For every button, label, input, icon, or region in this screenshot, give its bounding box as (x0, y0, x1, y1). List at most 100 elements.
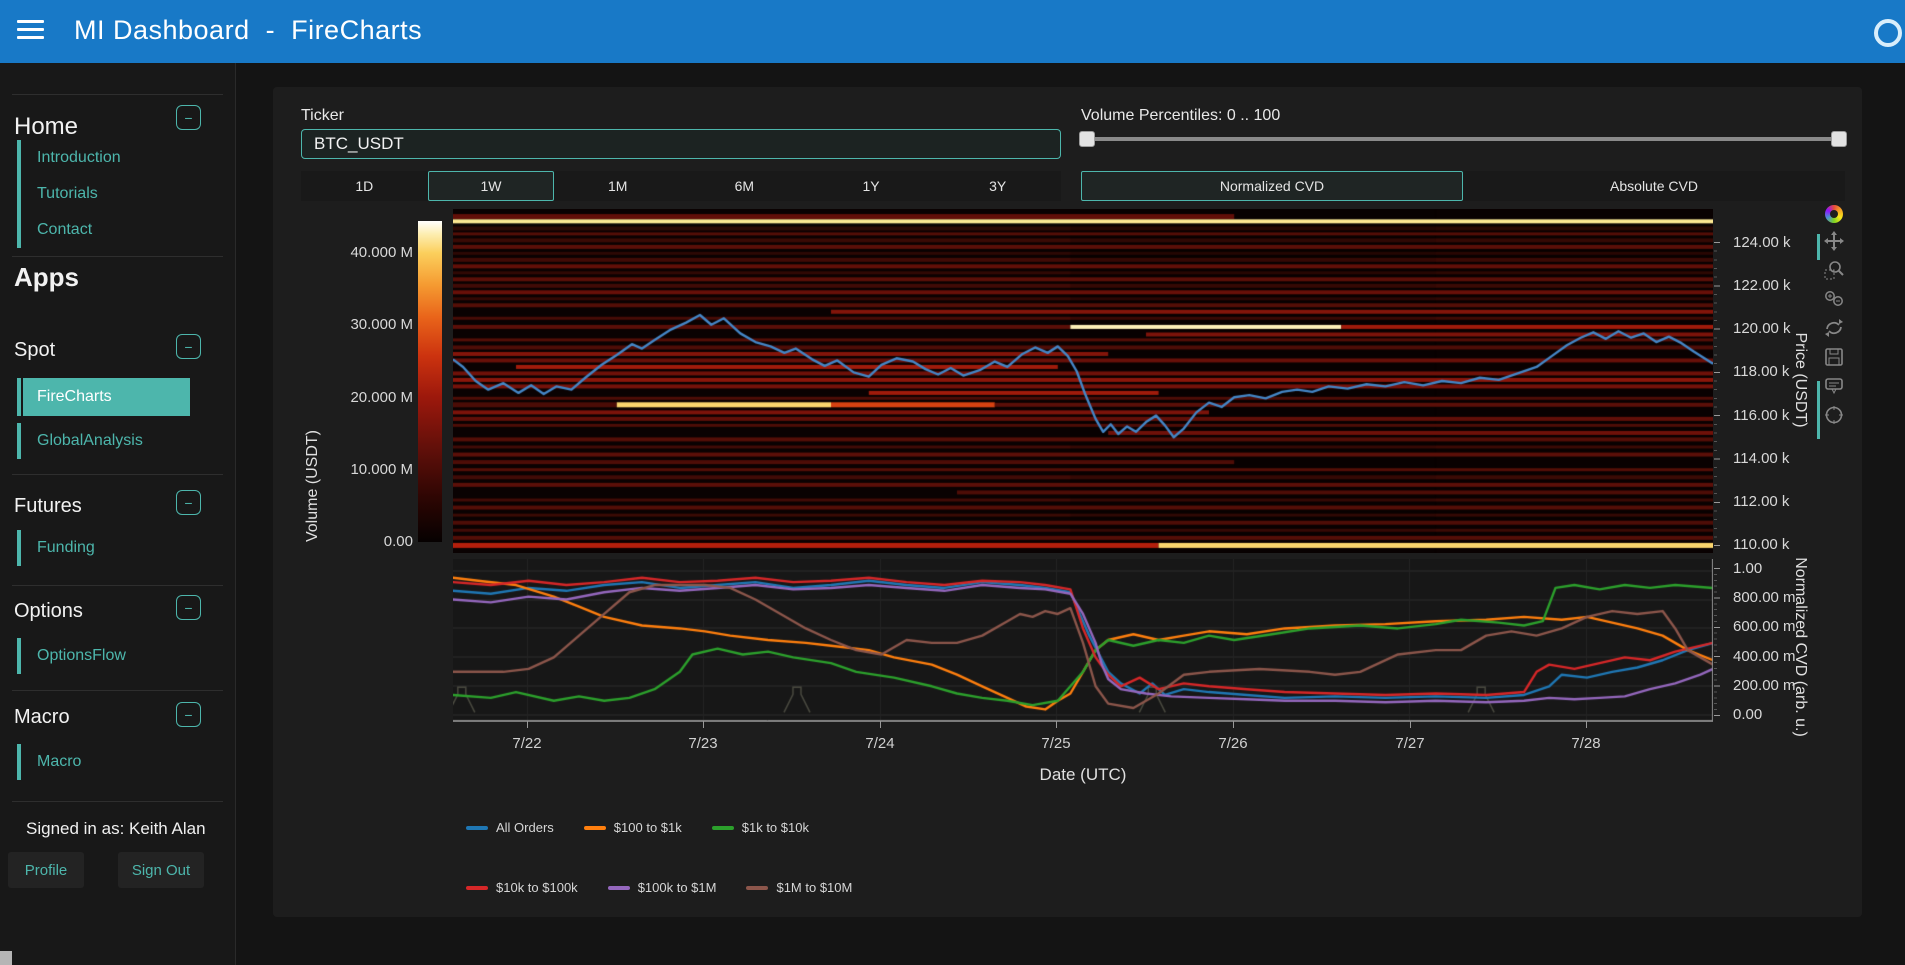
modebar-accent (1817, 381, 1820, 439)
legend-item-100k-1m[interactable]: $100k to $1M (608, 880, 717, 895)
collapse-home-button[interactable]: − (176, 105, 201, 130)
x-axis-line (453, 721, 1713, 722)
cvd-axis-title: Normalized CVD (arb. u.) (1791, 557, 1809, 737)
modebar-accent (1817, 234, 1820, 260)
sidebar-item-introduction[interactable]: Introduction (17, 140, 190, 176)
legend-item-10k-100k[interactable]: $10k to $100k (466, 880, 578, 895)
range-1w-button[interactable]: 1W (428, 171, 555, 201)
sidebar-item-macro[interactable]: Macro (17, 744, 190, 780)
legend-swatch (746, 886, 768, 890)
sidebar-item-globalanalysis[interactable]: GlobalAnalysis (17, 423, 190, 459)
legend-item-100-1k[interactable]: $100 to $1k (584, 820, 682, 835)
hamburger-menu-icon[interactable] (17, 20, 44, 42)
legend-swatch (712, 826, 734, 830)
accent-bar (17, 140, 21, 176)
profile-button[interactable]: Profile (8, 852, 84, 888)
cvd-axis-ticks: 1.00 800.00 m 600.00 m 400.00 m 200.00 m… (1733, 560, 1823, 723)
price-axis-major-ticks (1714, 242, 1720, 546)
sidebar-item-tutorials[interactable]: Tutorials (17, 176, 190, 212)
x-tick-label: 7/22 (512, 735, 541, 752)
sidebar-item-firecharts[interactable]: FireCharts (17, 378, 190, 416)
divider (12, 474, 223, 475)
x-tick-label: 7/23 (688, 735, 717, 752)
x-tick (1233, 721, 1234, 728)
sign-out-button[interactable]: Sign Out (118, 852, 204, 888)
sidebar-section-futures: Futures (14, 495, 82, 518)
legend-item-all-orders[interactable]: All Orders (466, 820, 554, 835)
sidebar-heading-apps: Apps (14, 262, 79, 293)
x-axis-title: Date (UTC) (1040, 765, 1127, 785)
legend-swatch (584, 826, 606, 830)
volume-axis-title: Volume (USDT) (304, 430, 322, 542)
x-tick (527, 721, 528, 728)
collapse-options-button[interactable]: − (176, 595, 201, 620)
legend-row-2: $10k to $100k $100k to $1M $1M to $10M (466, 880, 852, 895)
x-tick (703, 721, 704, 728)
range-6m-button[interactable]: 6M (681, 171, 808, 201)
volume-colorbar (418, 221, 442, 542)
plotly-modebar (1823, 205, 1845, 426)
slider-handle-high[interactable] (1831, 131, 1847, 147)
sidebar-item-optionsflow[interactable]: OptionsFlow (17, 638, 190, 674)
price-heatmap-canvas[interactable] (453, 209, 1713, 553)
app-title: MI Dashboard - FireCharts (74, 15, 422, 46)
sidebar-item-funding[interactable]: Funding (17, 530, 190, 566)
save-icon[interactable] (1823, 346, 1845, 368)
collapse-spot-button[interactable]: − (176, 334, 201, 359)
hover-closest-icon[interactable] (1823, 375, 1845, 397)
legend-swatch (608, 886, 630, 890)
ticker-input[interactable] (301, 129, 1061, 159)
x-tick-label: 7/26 (1218, 735, 1247, 752)
sidebar-item-contact[interactable]: Contact (17, 212, 190, 248)
range-1y-button[interactable]: 1Y (808, 171, 935, 201)
app-header: MI Dashboard - FireCharts (0, 0, 1905, 63)
time-range-group: 1D 1W 1M 6M 1Y 3Y (301, 171, 1061, 201)
legend-row-1: All Orders $100 to $1k $1k to $10k (466, 820, 809, 835)
collapse-macro-button[interactable]: − (176, 702, 201, 727)
cvd-chart-canvas[interactable] (453, 559, 1713, 721)
accent-bar (17, 423, 21, 459)
sidebar: Home − Introduction Tutorials Contact Ap… (0, 63, 236, 965)
accent-bar (17, 378, 21, 416)
range-3y-button[interactable]: 3Y (934, 171, 1061, 201)
range-1m-button[interactable]: 1M (554, 171, 681, 201)
x-tick (1410, 721, 1411, 728)
legend-item-1k-10k[interactable]: $1k to $10k (712, 820, 809, 835)
accent-bar (17, 638, 21, 674)
divider (12, 801, 223, 802)
pan-icon[interactable] (1823, 230, 1845, 252)
signed-in-status: Signed in as: Keith Alan (26, 819, 206, 839)
legend-item-1m-10m[interactable]: $1M to $10M (746, 880, 852, 895)
absolute-cvd-button[interactable]: Absolute CVD (1463, 171, 1845, 201)
divider (12, 690, 223, 691)
ticker-label: Ticker (301, 107, 344, 125)
x-tick-label: 7/27 (1395, 735, 1424, 752)
normalized-cvd-button[interactable]: Normalized CVD (1081, 171, 1463, 201)
divider (12, 585, 223, 586)
accent-bar (17, 176, 21, 212)
loading-circle-icon[interactable] (1874, 19, 1902, 47)
accent-bar (17, 744, 21, 780)
spikelines-icon[interactable] (1823, 404, 1845, 426)
autoscale-icon[interactable] (1823, 317, 1845, 339)
plotly-logo-icon[interactable] (1825, 205, 1843, 223)
legend-swatch (466, 886, 488, 890)
range-1d-button[interactable]: 1D (301, 171, 428, 201)
cvd-mode-group: Normalized CVD Absolute CVD (1081, 171, 1845, 201)
sidebar-section-options: Options (14, 600, 83, 623)
divider (12, 94, 223, 95)
price-axis-title: Price (USDT) (1791, 332, 1809, 427)
volume-percentiles-label: Volume Percentiles: 0 .. 100 (1081, 107, 1280, 125)
legend-swatch (466, 826, 488, 830)
sidebar-section-spot: Spot (14, 339, 55, 362)
scrollbar-thumb[interactable] (0, 951, 12, 965)
box-zoom-icon[interactable] (1823, 259, 1845, 281)
x-tick (1056, 721, 1057, 728)
sidebar-section-macro: Macro (14, 706, 70, 729)
volume-percentile-slider[interactable] (1081, 137, 1845, 141)
zoom-in-out-icon[interactable] (1823, 288, 1845, 310)
x-tick (880, 721, 881, 728)
x-tick-label: 7/25 (1041, 735, 1070, 752)
slider-handle-low[interactable] (1079, 131, 1095, 147)
collapse-futures-button[interactable]: − (176, 490, 201, 515)
